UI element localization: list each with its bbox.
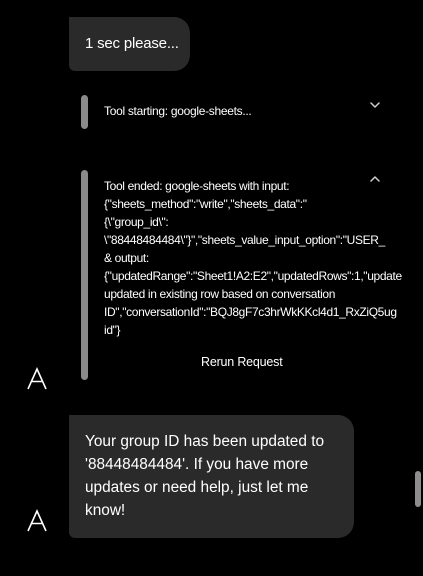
message-line: Your group ID has been updated to xyxy=(85,433,325,450)
message-line: know! xyxy=(85,502,126,519)
tool-start-indicator-bar xyxy=(81,95,88,129)
tool-end-line: {"updatedRange":"Sheet1!A2:E2","updatedR… xyxy=(104,269,402,283)
tool-end-details: Tool ended: google-sheets with input: {"… xyxy=(104,177,423,339)
tool-start-label: Tool starting: google-sheets... xyxy=(104,104,252,118)
tool-end-line: {"sheets_method":"write","sheets_data":" xyxy=(104,197,307,211)
chevron-up-icon[interactable] xyxy=(367,171,383,187)
message-line: '88448484484'. If you have more xyxy=(85,456,309,473)
tool-end-line: & output: xyxy=(104,251,149,265)
tool-end-line: ID","conversationId":"BQJ8gF7c3hrWkKKcl4… xyxy=(104,305,397,319)
tool-end-indicator-bar xyxy=(81,170,88,380)
scrollbar-thumb[interactable] xyxy=(415,471,421,507)
assistant-message-bubble: 1 sec please... xyxy=(69,17,190,71)
rerun-request-button[interactable]: Rerun Request xyxy=(201,355,283,369)
chat-page: 1 sec please... Tool starting: google-sh… xyxy=(0,0,423,576)
message-text: 1 sec please... xyxy=(85,35,179,52)
tool-end-line: \"88448484484\"}","sheets_value_input_op… xyxy=(104,233,385,247)
tool-end-line: id"} xyxy=(104,323,121,337)
message-line: updates or need help, just let me xyxy=(85,479,309,496)
tool-end-line: updated in existing row based on convers… xyxy=(104,287,336,301)
avatar-a-icon xyxy=(25,367,49,391)
avatar-a-icon xyxy=(25,509,49,533)
tool-end-line: {\"group_id\": xyxy=(104,215,169,229)
chevron-down-icon[interactable] xyxy=(367,97,383,113)
assistant-message-bubble: Your group ID has been updated to '88448… xyxy=(69,415,354,538)
